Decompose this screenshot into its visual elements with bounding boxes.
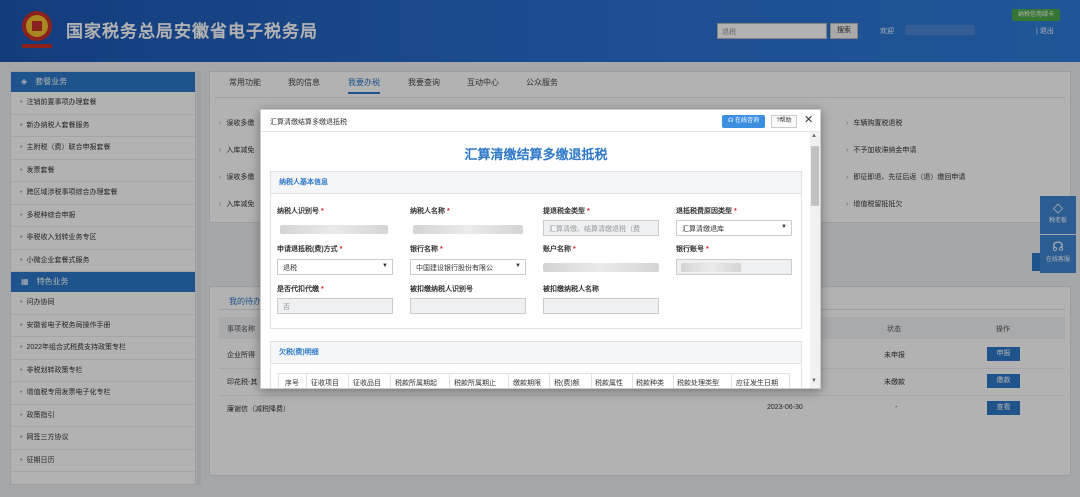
field-label-text: 纳税人识别号 (277, 208, 319, 215)
col-period-start: 税款所属期起 (395, 380, 437, 387)
column-divider (390, 374, 391, 388)
required-mark: * (339, 246, 343, 253)
scroll-up-icon[interactable]: ▲ (811, 133, 817, 139)
col-levy-item: 征收项目 (311, 380, 339, 387)
column-divider (449, 374, 450, 388)
field-label-text: 银行名称 (410, 246, 438, 253)
help-label: 帮助 (779, 118, 792, 124)
account-name-label: 账户名称 * (543, 244, 576, 254)
taxpayer-id-label: 纳税人识别号 * (277, 206, 324, 216)
column-divider (549, 374, 550, 388)
masked-taxpayer-name (413, 225, 523, 234)
headset-icon: ☊ (727, 118, 734, 124)
bank-name-label: 银行名称 * (410, 244, 443, 254)
field-label-text: 纳税人名称 (410, 208, 445, 215)
online-consult-label: 在线咨询 (735, 118, 760, 124)
column-divider (348, 374, 349, 388)
arrears-table-header: 序号 征收项目 征收品目 税款所属期起 税款所属期止 缴款期限 税(费)额 税款… (278, 373, 790, 388)
column-divider (591, 374, 592, 388)
refund-dialog: 汇算清缴结算多缴退抵税 ☊ 在线咨询 ?帮助 ✕ ▲ ▼ 汇算清缴结算多缴退抵税… (260, 109, 821, 389)
select-value: 汇算清缴退库 (682, 226, 724, 233)
field-label-text: 申请退抵税(费)方式 (277, 246, 338, 253)
column-divider (632, 374, 633, 388)
column-divider (508, 374, 509, 388)
chevron-down-icon: ▼ (781, 224, 787, 230)
refund-reason-select[interactable]: 汇算清缴退库 ▼ (676, 220, 792, 236)
refund-reason-label: 退抵税费原因类型 * (676, 206, 737, 216)
required-mark: * (706, 246, 709, 253)
required-mark: * (734, 208, 737, 215)
masked-account-name (543, 263, 659, 272)
masked-bank-account (681, 263, 741, 272)
taxpayer-name-label: 纳税人名称 * (410, 206, 450, 216)
field-label-text: 提退税金类型 (543, 208, 585, 215)
withheld-id-field[interactable] (410, 298, 526, 314)
select-value: 退税 (283, 265, 297, 272)
field-label-text: 账户名称 (543, 246, 571, 253)
select-value: 中国建设银行股份有限公 (416, 265, 493, 272)
section-header: 欠税(费)明细 (271, 342, 801, 364)
required-mark: * (440, 246, 443, 253)
col-tax-kind: 税款种类 (636, 380, 664, 387)
withheld-name-label: 被扣缴纳税人名称 (543, 286, 599, 293)
withheld-id-label: 被扣缴纳税人识别号 (410, 286, 473, 293)
required-mark: * (447, 208, 450, 215)
chevron-down-icon: ▼ (382, 263, 388, 269)
refund-type-label: 提退税金类型 * (543, 206, 590, 216)
field-label-text: 退抵税费原因类型 (676, 208, 732, 215)
scroll-down-icon[interactable]: ▼ (811, 378, 817, 384)
col-attribute: 税款属性 (595, 380, 623, 387)
field-label-text: 银行账号 (676, 246, 704, 253)
refund-method-label: 申请退抵税(费)方式 * (277, 244, 342, 254)
withholding-label: 是否代扣代缴 * (277, 284, 324, 294)
bank-name-select[interactable]: 中国建设银行股份有限公 ▼ (410, 259, 526, 275)
col-levy-subitem: 征收品目 (353, 380, 381, 387)
withholding-field[interactable]: 否 (277, 298, 393, 314)
online-consult-button[interactable]: ☊ 在线咨询 (722, 115, 765, 128)
col-deadline: 缴款期限 (513, 380, 541, 387)
required-mark: * (587, 208, 590, 215)
refund-type-field[interactable]: 汇算清缴、结算清缴退税（费 (543, 220, 659, 236)
masked-taxpayer-id (280, 225, 388, 234)
column-divider (731, 374, 732, 388)
column-divider (673, 374, 674, 388)
required-mark: * (321, 286, 324, 293)
help-button[interactable]: ?帮助 (771, 115, 797, 128)
section-header: 纳税人基本信息 (271, 172, 801, 194)
dialog-title: 汇算清缴结算多缴退抵税 (270, 119, 347, 126)
col-amount: 税(费)额 (554, 380, 580, 387)
form-heading: 汇算清缴结算多缴退抵税 (464, 147, 608, 162)
column-divider (306, 374, 307, 388)
close-icon[interactable]: ✕ (804, 113, 813, 126)
chevron-down-icon: ▼ (515, 263, 521, 269)
withheld-name-field[interactable] (543, 298, 659, 314)
dialog-scroll-thumb[interactable] (811, 146, 819, 206)
col-period-end: 税款所属期止 (454, 380, 496, 387)
field-label-text: 是否代扣代缴 (277, 286, 319, 293)
dialog-titlebar: 汇算清缴结算多缴退抵税 ☊ 在线咨询 ?帮助 ✕ (261, 110, 820, 132)
refund-method-select[interactable]: 退税 ▼ (277, 259, 393, 275)
col-process-type: 税款处理类型 (677, 380, 719, 387)
col-occur-date: 应征发生日期 (736, 380, 778, 387)
required-mark: * (321, 208, 324, 215)
required-mark: * (573, 246, 576, 253)
bank-account-label: 银行账号 * (676, 244, 709, 254)
col-seq: 序号 (285, 380, 299, 387)
